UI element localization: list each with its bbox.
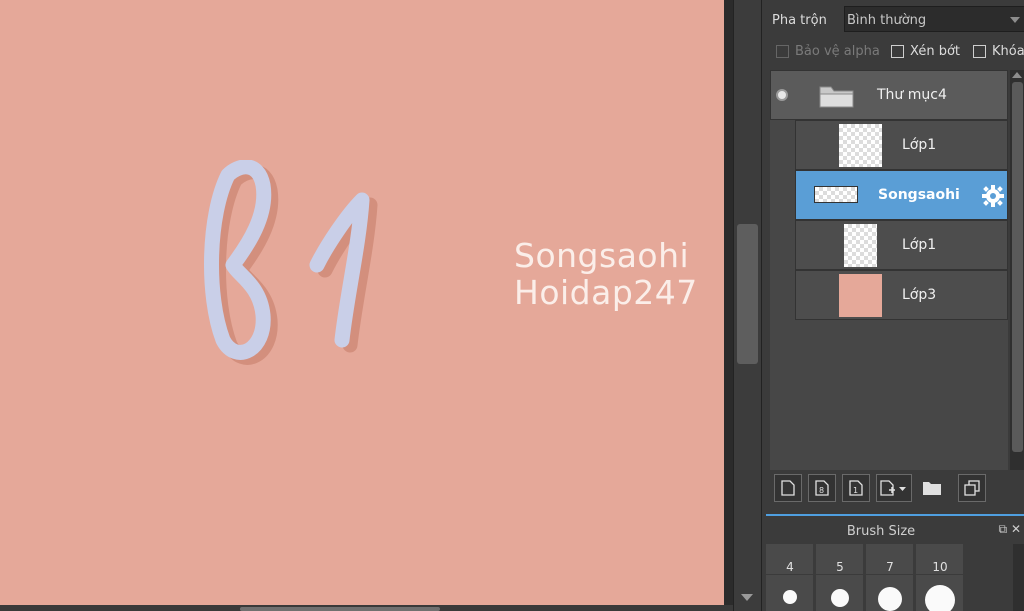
duplicate-layer-icon xyxy=(964,480,980,496)
duplicate-layer-button[interactable] xyxy=(958,474,986,502)
layer-row[interactable]: Lớp3 xyxy=(795,270,1008,320)
lock-label: Khóa xyxy=(992,44,1024,59)
watermark-line-2: Hoidap247 xyxy=(514,273,698,312)
brush-size-value: 10 xyxy=(932,560,948,574)
layer-thumbnail xyxy=(839,124,882,167)
protect-alpha-checkbox xyxy=(776,45,789,58)
protect-alpha-option: Bảo vệ alpha xyxy=(776,44,880,59)
layers-scrollbar[interactable] xyxy=(1010,70,1024,470)
new-layer-button[interactable] xyxy=(774,474,802,502)
horizontal-scroll-thumb[interactable] xyxy=(240,607,440,611)
layer-name: Lớp1 xyxy=(902,237,937,253)
layer-thumbnail xyxy=(839,274,882,317)
new-folder-button[interactable] xyxy=(918,474,946,502)
layer-options-row: Bảo vệ alpha Xén bớt Khóa xyxy=(762,44,1024,64)
layer-name: Lớp3 xyxy=(902,287,937,303)
scroll-up-arrow-icon[interactable] xyxy=(1012,72,1022,78)
blend-mode-label: Pha trộn xyxy=(772,13,827,28)
lettering-art xyxy=(204,160,378,365)
brush-size-option[interactable]: 4 xyxy=(766,544,814,611)
layers-scroll-thumb[interactable] xyxy=(1012,82,1023,452)
layer-toolbar: 8 1 xyxy=(762,472,1024,508)
chevron-down-icon xyxy=(1010,17,1020,23)
brush-preview-dot xyxy=(831,589,849,607)
protect-alpha-label: Bảo vệ alpha xyxy=(795,44,880,59)
brush-size-option[interactable]: 10 xyxy=(916,544,964,611)
blend-mode-value: Bình thường xyxy=(847,13,927,28)
close-icon[interactable]: ✕ xyxy=(1011,522,1021,536)
layer-folder[interactable]: Thư mục4 xyxy=(770,70,1008,120)
visibility-icon[interactable] xyxy=(776,89,788,101)
folder-visibility-toggle[interactable] xyxy=(771,71,796,121)
layer-row[interactable]: Lớp1 xyxy=(795,220,1008,270)
svg-text:1: 1 xyxy=(853,486,858,495)
blend-mode-row: Pha trộn Bình thường xyxy=(762,6,1024,34)
new-8bit-layer-icon: 8 xyxy=(815,480,829,496)
canvas-scroll-thumb[interactable] xyxy=(737,224,758,364)
layer-panel: Pha trộn Bình thường Bảo vệ alpha Xén bớ… xyxy=(761,0,1024,611)
brush-size-option[interactable]: 7 xyxy=(866,544,914,611)
new-folder-icon xyxy=(923,482,941,495)
layer-thumbnail xyxy=(814,186,858,203)
new-1bit-layer-button[interactable]: 1 xyxy=(842,474,870,502)
clipping-checkbox[interactable] xyxy=(891,45,904,58)
new-8bit-layer-button[interactable]: 8 xyxy=(808,474,836,502)
brush-size-title: Brush Size xyxy=(846,524,916,539)
brush-size-value: 4 xyxy=(786,560,794,574)
app-window: Songsaohi Hoidap247 Pha trộn Bình thường… xyxy=(0,0,1024,611)
brush-size-option[interactable]: 5 xyxy=(816,544,864,611)
add-layer-dropdown-button[interactable] xyxy=(876,474,912,502)
brush-size-grid: 4 5 7 10 xyxy=(766,544,966,611)
brush-panel-scrollbar[interactable] xyxy=(1013,544,1024,611)
brush-grid-divider xyxy=(766,574,966,575)
brush-size-panel: Brush Size ⧉ ✕ 4 5 7 10 xyxy=(766,514,1024,611)
gear-icon[interactable] xyxy=(982,185,1004,207)
layers-list: Thư mục4 Lớp1 Songsaohi Lớp1 Lớp3 xyxy=(770,70,1008,470)
layer-name: Songsaohi xyxy=(878,187,960,203)
clipping-label: Xén bớt xyxy=(910,44,960,59)
popout-icon[interactable]: ⧉ xyxy=(999,522,1008,536)
new-1bit-layer-icon: 1 xyxy=(849,480,863,496)
watermark-line-1: Songsaohi xyxy=(514,236,690,275)
add-layer-dropdown-icon xyxy=(880,480,906,496)
layer-row-selected[interactable]: Songsaohi xyxy=(795,170,1008,220)
brush-preview-dot xyxy=(878,587,902,611)
svg-text:8: 8 xyxy=(819,486,824,495)
watermark-text: Songsaohi Hoidap247 xyxy=(514,237,698,311)
scroll-down-arrow-icon[interactable] xyxy=(741,594,753,601)
brush-preview-dot xyxy=(925,585,955,611)
layer-thumbnail xyxy=(844,224,877,267)
layer-row[interactable]: Lớp1 xyxy=(795,120,1008,170)
new-layer-icon xyxy=(781,480,795,496)
clipping-option[interactable]: Xén bớt xyxy=(891,44,960,59)
brush-size-value: 5 xyxy=(836,560,844,574)
lock-checkbox[interactable] xyxy=(973,45,986,58)
brush-preview-dot xyxy=(783,590,797,604)
layer-name: Lớp1 xyxy=(902,137,937,153)
blend-mode-select[interactable]: Bình thường xyxy=(844,6,1024,32)
folder-name: Thư mục4 xyxy=(877,87,947,103)
folder-icon xyxy=(819,86,854,108)
brush-size-value: 7 xyxy=(886,560,894,574)
panel-header-icons: ⧉ ✕ xyxy=(999,522,1021,537)
canvas-vertical-scrollbar[interactable] xyxy=(733,0,761,611)
lock-option[interactable]: Khóa xyxy=(973,44,1024,59)
canvas[interactable]: Songsaohi Hoidap247 xyxy=(0,0,724,605)
